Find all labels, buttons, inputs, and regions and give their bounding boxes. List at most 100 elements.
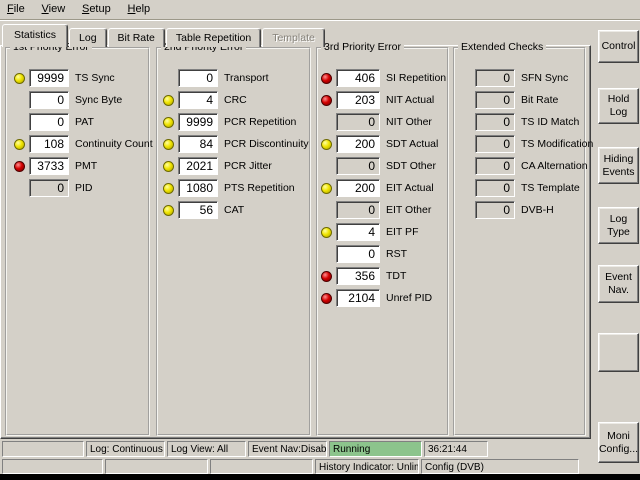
error-counter-label: EIT Other — [386, 204, 431, 216]
menu-setup[interactable]: Setup — [75, 0, 118, 19]
tab-bit-rate[interactable]: Bit Rate — [108, 28, 165, 47]
event-nav-button[interactable]: Event Nav. — [598, 265, 639, 303]
error-counter-row: 0 SDT Other — [318, 155, 447, 177]
error-counter-row: 9999 TS Sync — [7, 67, 148, 89]
error-counter-label: SDT Other — [386, 160, 436, 172]
status-led-icon — [163, 139, 174, 150]
error-counter-label: PMT — [75, 160, 97, 172]
error-counter-row: 4 EIT PF — [318, 221, 447, 243]
status-led-icon — [163, 117, 174, 128]
led-slot — [457, 95, 473, 106]
error-counter-row: 0 TS Modification — [455, 133, 584, 155]
tab-statistics[interactable]: Statistics — [2, 24, 68, 47]
group-rows: 0 SFN Sync 0 Bit Rate 0 TS ID Match 0 TS… — [455, 67, 584, 221]
led-slot — [318, 73, 334, 84]
error-counter-row: 2021 PCR Jitter — [158, 155, 309, 177]
error-counter-label: CA Alternation — [521, 160, 588, 172]
error-count-field: 0 — [475, 157, 515, 175]
error-counter-row: 0 Sync Byte — [7, 89, 148, 111]
menu-file[interactable]: File — [0, 0, 32, 19]
control-button[interactable]: Control — [598, 30, 639, 63]
group-rows: 406 SI Repetition 203 NIT Actual 0 NIT O… — [318, 67, 447, 309]
menu-divider — [0, 19, 640, 21]
group-title: Extended Checks — [458, 41, 546, 53]
error-counter-label: TS ID Match — [521, 116, 579, 128]
error-counter-row: 0 TS ID Match — [455, 111, 584, 133]
led-slot — [11, 73, 27, 84]
error-counter-label: PCR Jitter — [224, 160, 272, 172]
error-counter-label: Bit Rate — [521, 94, 558, 106]
error-counter-label: NIT Other — [386, 116, 432, 128]
error-counter-row: 0 NIT Other — [318, 111, 447, 133]
led-slot — [318, 183, 334, 194]
blank-function-button[interactable] — [598, 333, 639, 372]
group-extended-checks: Extended Checks 0 SFN Sync 0 Bit Rate 0 … — [453, 47, 586, 436]
status-blank-panel — [2, 441, 84, 457]
error-counter-label: Unref PID — [386, 292, 432, 304]
moni-config-button[interactable]: Moni Config... — [598, 422, 639, 463]
status-led-icon — [14, 139, 25, 150]
error-counter-row: 0 EIT Other — [318, 199, 447, 221]
tab-table-repetition[interactable]: Table Repetition — [166, 28, 261, 47]
error-count-field: 203 — [336, 91, 380, 109]
error-counter-label: EIT PF — [386, 226, 418, 238]
error-count-field: 4 — [178, 91, 218, 109]
menu-view[interactable]: View — [35, 0, 73, 19]
error-count-field: 0 — [178, 69, 218, 87]
error-counter-row: 0 PID — [7, 177, 148, 199]
menu-help[interactable]: Help — [121, 0, 158, 19]
status-led-icon — [321, 271, 332, 282]
error-counter-label: PTS Repetition — [224, 182, 295, 194]
status-led-icon — [163, 161, 174, 172]
tab-template: Template — [262, 28, 325, 47]
status-led-icon — [163, 205, 174, 216]
error-counter-label: Sync Byte — [75, 94, 122, 106]
hiding-events-button[interactable]: Hiding Events — [598, 147, 639, 184]
error-counter-row: 0 PAT — [7, 111, 148, 133]
group-2nd-priority-error: 2nd Priority Error 0 Transport 4 CRC 999… — [156, 47, 311, 436]
status-elapsed-time: 36:21:44 — [424, 441, 488, 457]
error-count-field: 0 — [336, 113, 380, 131]
led-slot — [318, 271, 334, 282]
group-title: 3rd Priority Error — [321, 41, 404, 53]
led-slot — [457, 183, 473, 194]
status-led-icon — [321, 139, 332, 150]
error-counter-label: PAT — [75, 116, 94, 128]
led-slot — [318, 117, 334, 128]
error-count-field: 108 — [29, 135, 69, 153]
status-running-indicator: Running — [329, 441, 422, 457]
error-counter-label: SI Repetition — [386, 72, 446, 84]
error-counter-label: Continuity Count — [75, 138, 153, 150]
error-count-field: 2104 — [336, 289, 380, 307]
status-led-icon — [163, 95, 174, 106]
led-slot — [457, 139, 473, 150]
error-count-field: 0 — [475, 113, 515, 131]
error-count-field: 200 — [336, 179, 380, 197]
status-log-view: Log View: All — [167, 441, 246, 457]
error-counter-label: TDT — [386, 270, 406, 282]
log-type-button[interactable]: Log Type — [598, 207, 639, 244]
status-led-icon — [163, 183, 174, 194]
error-count-field: 56 — [178, 201, 218, 219]
error-counter-row: 0 Transport — [158, 67, 309, 89]
error-count-field: 0 — [29, 91, 69, 109]
group-rows: 9999 TS Sync 0 Sync Byte 0 PAT 108 Conti… — [7, 67, 148, 199]
led-slot — [457, 161, 473, 172]
error-counter-row: 0 Bit Rate — [455, 89, 584, 111]
status-led-icon — [321, 73, 332, 84]
hold-log-button[interactable]: Hold Log — [598, 88, 639, 124]
tab-log[interactable]: Log — [69, 28, 107, 47]
status-blank-panel — [210, 459, 313, 474]
error-count-field: 9999 — [178, 113, 218, 131]
error-counter-label: PID — [75, 182, 93, 194]
led-slot — [318, 139, 334, 150]
screen-bottom-strip — [0, 474, 640, 480]
led-slot — [11, 95, 27, 106]
led-slot — [160, 161, 176, 172]
status-history-indicator: History Indicator: Unlimited — [315, 459, 419, 474]
error-count-field: 0 — [475, 201, 515, 219]
error-counter-label: PCR Repetition — [224, 116, 296, 128]
error-counter-label: CAT — [224, 204, 244, 216]
error-counter-row: 0 CA Alternation — [455, 155, 584, 177]
led-slot — [318, 205, 334, 216]
